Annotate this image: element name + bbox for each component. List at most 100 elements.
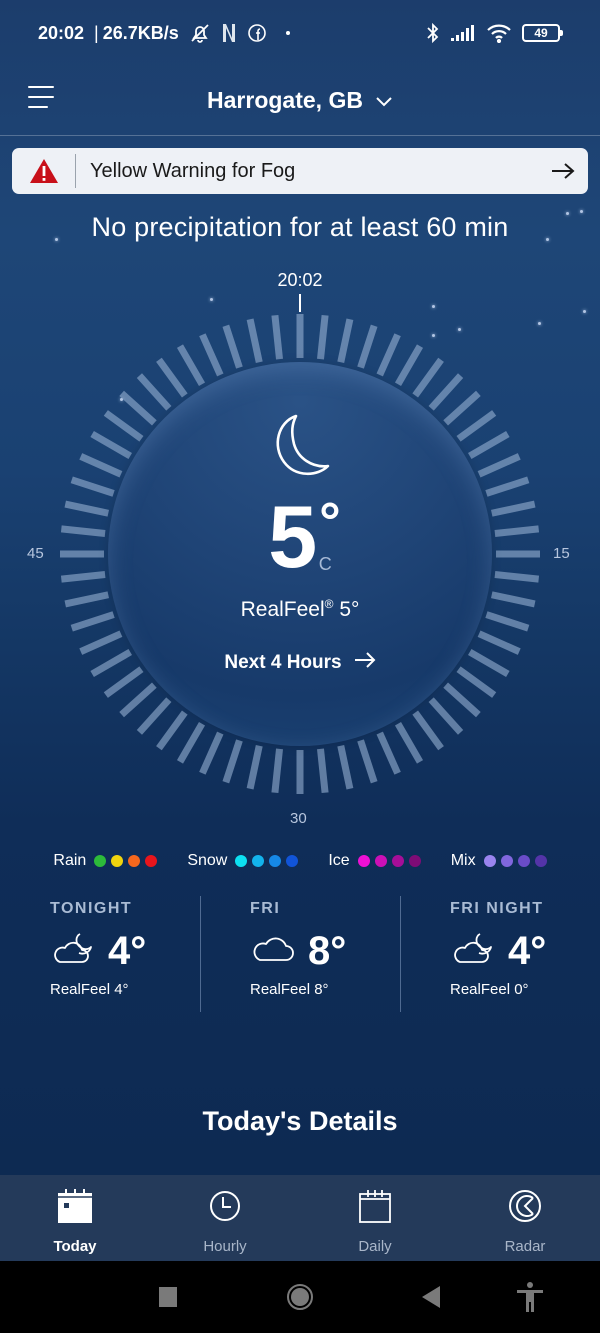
next-4-hours-link[interactable]: Next 4 Hours	[224, 652, 376, 674]
realfeel-reg: ®	[324, 597, 334, 611]
dial-tick	[494, 525, 540, 537]
nav-label: Radar	[504, 1238, 546, 1255]
dial-now-marker	[299, 294, 301, 312]
forecast-title: FRI NIGHT	[450, 900, 544, 917]
legend-label: Mix	[450, 852, 476, 869]
temperature-value: 5	[268, 487, 318, 586]
dial-tick	[337, 318, 354, 364]
current-temperature: 5 ° C	[268, 487, 341, 586]
warning-triangle-icon	[12, 154, 76, 188]
weather-alert-banner[interactable]: Yellow Warning for Fog	[12, 148, 588, 194]
signal-icon	[450, 24, 476, 42]
status-time: 20:02	[38, 22, 85, 43]
forecast-summary: TONIGHT 4° RealFeel 4° FRI 8° RealFeel 8…	[0, 896, 600, 1012]
chevron-down-icon	[375, 87, 393, 114]
dial-tick	[317, 314, 329, 360]
partly-cloudy-night-icon	[50, 930, 98, 971]
wifi-icon	[486, 23, 512, 43]
hamburger-icon[interactable]	[28, 84, 58, 110]
legend-dot	[286, 855, 299, 867]
radar-icon	[506, 1187, 544, 1230]
legend-dot	[252, 855, 265, 867]
nav-tab-hourly[interactable]: Hourly	[150, 1175, 300, 1261]
calendar-icon	[356, 1187, 394, 1230]
forecast-realfeel: RealFeel 0°	[450, 981, 529, 998]
dial-tick	[317, 748, 329, 794]
cloud-icon	[250, 930, 298, 971]
status-bar: 20:02 | 26.7KB/s 49	[0, 0, 600, 66]
facebook-icon	[247, 23, 267, 43]
forecast-temp: 8°	[308, 928, 347, 973]
dial-tick	[60, 525, 106, 537]
temperature-unit: C	[318, 554, 332, 574]
nav-label: Daily	[358, 1238, 392, 1255]
dial-label-45: 45	[27, 545, 44, 562]
nav-label: Hourly	[203, 1238, 247, 1255]
legend-label: Ice	[328, 852, 350, 869]
nav-label: Today	[53, 1238, 97, 1255]
legend-mix: Mix	[451, 852, 547, 870]
legend-rain: Rain	[53, 852, 158, 870]
dial-tick	[494, 571, 540, 583]
forecast-card-fri-night[interactable]: FRI NIGHT 4° RealFeel 0°	[400, 896, 600, 1012]
precipitation-legend: Rain Snow Ice Mix	[0, 848, 600, 874]
dial-tick	[271, 314, 283, 360]
netflix-icon	[221, 23, 237, 43]
legend-dot	[391, 855, 404, 867]
forecast-realfeel: RealFeel 8°	[250, 981, 329, 998]
temperature-degree: °	[319, 492, 341, 552]
dial-tick	[485, 611, 530, 632]
app-header: Harrogate, GB	[0, 66, 600, 136]
dial-tick	[490, 591, 536, 608]
legend-ice: Ice	[328, 852, 421, 870]
arrow-right-icon	[354, 652, 376, 674]
todays-details-heading: Today's Details	[202, 1106, 398, 1136]
back-button[interactable]	[418, 1261, 444, 1333]
nav-tab-radar[interactable]: Radar	[450, 1175, 600, 1261]
dial-tick	[64, 591, 110, 608]
legend-dot	[483, 855, 496, 867]
dial-tick	[271, 748, 283, 794]
forecast-temp: 4°	[508, 928, 547, 973]
realfeel-value: 5°	[339, 598, 360, 621]
accessibility-button[interactable]	[515, 1261, 545, 1333]
location-selector[interactable]: Harrogate, GB	[207, 87, 393, 114]
nav-tab-daily[interactable]: Daily	[300, 1175, 450, 1261]
location-name: Harrogate, GB	[207, 87, 363, 113]
dial-label-30: 30	[290, 810, 307, 827]
legend-label: Rain	[53, 852, 87, 869]
bottom-navigation: Today Hourly Daily Radar	[0, 1175, 600, 1261]
battery-level: 49	[534, 26, 548, 40]
recents-button[interactable]	[150, 1261, 186, 1333]
dial-tick	[485, 476, 530, 497]
alert-text: Yellow Warning for Fog	[90, 159, 296, 182]
legend-dot	[374, 855, 387, 867]
dial-tick	[222, 739, 243, 784]
legend-dot	[111, 855, 124, 867]
dial-label-15: 15	[553, 545, 570, 562]
forecast-card-fri[interactable]: FRI 8° RealFeel 8°	[200, 896, 400, 1012]
legend-dot	[357, 855, 370, 867]
forecast-temp: 4°	[108, 928, 147, 973]
clock-icon	[206, 1187, 244, 1230]
minutecast-dial[interactable]: 20:02 15 30 45 5 ° C RealFeel® 5° Next 4…	[0, 260, 600, 840]
legend-dot	[235, 855, 248, 867]
dial-tick	[60, 571, 106, 583]
home-button[interactable]	[280, 1261, 320, 1333]
forecast-card-tonight[interactable]: TONIGHT 4° RealFeel 4°	[0, 896, 200, 1012]
realfeel-label: RealFeel	[240, 598, 325, 621]
bluetooth-icon	[426, 22, 440, 44]
dial-tick	[490, 500, 536, 517]
forecast-title: FRI	[250, 900, 281, 917]
system-navigation-bar	[0, 1261, 600, 1333]
dial-current-time: 20:02	[277, 270, 323, 290]
dial-tick	[337, 744, 354, 790]
forecast-realfeel: RealFeel 4°	[50, 981, 129, 998]
nav-tab-today[interactable]: Today	[0, 1175, 150, 1261]
forecast-title: TONIGHT	[50, 900, 133, 917]
legend-dot	[408, 855, 421, 867]
legend-dot	[534, 855, 547, 867]
legend-snow: Snow	[187, 852, 299, 870]
status-separator: |	[94, 22, 99, 43]
legend-label: Snow	[187, 852, 228, 869]
